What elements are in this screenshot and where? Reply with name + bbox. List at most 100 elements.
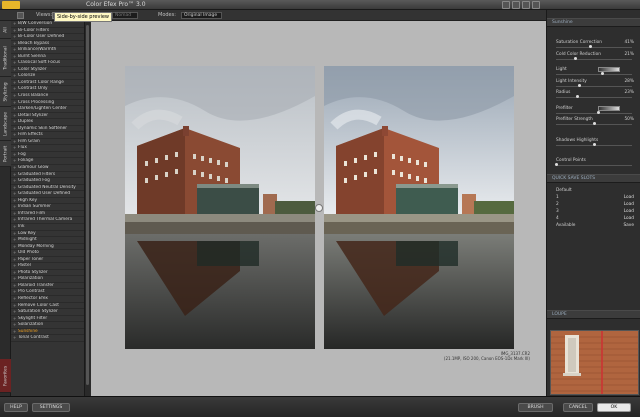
loupe-title: LOUPE xyxy=(552,312,567,317)
loupe-header[interactable]: LOUPE xyxy=(547,310,640,319)
param-row[interactable]: Saturation Correction 41% xyxy=(556,40,636,51)
title-bar: Color Efex Pro™ 3.0 xyxy=(0,0,640,10)
param-row[interactable]: Shadows Highlights xyxy=(556,138,636,149)
param-label: Control Points xyxy=(556,158,586,163)
settings-icon[interactable] xyxy=(522,1,530,9)
original-image[interactable] xyxy=(125,66,315,349)
views-label: Views: xyxy=(36,12,53,18)
app-title-trademark: ™ xyxy=(128,1,135,8)
param-value: 50% xyxy=(624,117,634,122)
slot-name: Default xyxy=(556,188,572,193)
settings-button[interactable]: SETTINGS xyxy=(32,403,70,412)
help-button[interactable]: HELP xyxy=(4,403,28,412)
close-icon[interactable] xyxy=(532,1,540,9)
nik-logo xyxy=(2,1,20,9)
param-slider-track[interactable] xyxy=(556,47,632,48)
bottom-bar: HELP SETTINGS BRUSH CANCEL OK xyxy=(0,396,640,417)
param-label: Shadows Highlights xyxy=(556,138,599,143)
app-window: Color Efex Pro™ 3.0 Views: Nomad Modes: … xyxy=(0,0,640,417)
tab-favorites[interactable]: Favorites xyxy=(0,359,11,393)
param-value: 28% xyxy=(624,79,634,84)
tab-all[interactable]: All xyxy=(0,21,11,39)
param-row[interactable]: Light xyxy=(556,67,636,78)
param-value: 41% xyxy=(624,40,634,45)
preview-image[interactable] xyxy=(324,66,514,349)
slot-action-button[interactable]: Load xyxy=(624,202,634,208)
filter-item[interactable]: Tonal Contrast xyxy=(11,335,84,342)
param-slider-knob[interactable] xyxy=(593,143,596,146)
ok-button[interactable]: OK xyxy=(597,403,631,412)
tab-favorites-label: Favorites xyxy=(3,365,8,386)
slot-action-button[interactable]: Load xyxy=(624,209,634,215)
original-image-graphic xyxy=(125,66,315,349)
title-icons xyxy=(502,1,540,9)
mode-dropdown[interactable]: Original Image xyxy=(181,12,222,19)
quick-save-slot[interactable]: 1 Load xyxy=(556,195,636,201)
slot-name: Available xyxy=(556,223,576,228)
param-slider-knob[interactable] xyxy=(596,111,600,114)
brush-button[interactable]: BRUSH xyxy=(518,403,553,412)
tab-landscape[interactable]: Landscape xyxy=(0,107,11,141)
reset-icon[interactable] xyxy=(502,1,510,9)
loupe-view[interactable] xyxy=(550,330,639,395)
param-label: Prefilter Strength xyxy=(556,117,593,122)
param-row[interactable]: Control Points xyxy=(555,158,636,169)
quick-save-slot[interactable]: Available Save xyxy=(556,223,636,229)
quick-save-slot[interactable]: Default xyxy=(556,188,636,194)
param-gradient-picker[interactable] xyxy=(598,106,620,111)
compare-split-handle[interactable] xyxy=(315,204,323,212)
param-slider-track[interactable] xyxy=(556,165,632,166)
param-slider-knob[interactable] xyxy=(555,163,558,166)
slot-name: 1 xyxy=(556,195,559,200)
param-slider-track[interactable] xyxy=(556,59,632,60)
param-value: 21% xyxy=(624,52,634,57)
slot-action-button[interactable]: Load xyxy=(624,195,634,201)
param-row[interactable]: Prefilter Strength 50% xyxy=(556,117,636,128)
param-slider-knob[interactable] xyxy=(574,57,577,60)
cancel-button[interactable]: CANCEL xyxy=(563,403,593,412)
param-row[interactable]: Prefilter xyxy=(556,106,636,117)
preview-area: IMG_3137.CR2 (21.1MP, ISO 200, Canon EOS… xyxy=(91,21,546,396)
category-tabs: All Traditional Stylizing Landscape Port… xyxy=(0,21,11,396)
scrollbar-thumb[interactable] xyxy=(86,25,89,385)
quick-save-header[interactable]: QUICK SAVE SLOTS xyxy=(547,174,640,183)
param-value: 23% xyxy=(624,90,634,95)
quick-save-slot[interactable]: 2 Load xyxy=(556,202,636,208)
image-meta: (21.1MP, ISO 200, Canon EOS-1Ds Mark III… xyxy=(443,356,530,361)
param-slider-knob[interactable] xyxy=(600,72,604,75)
tab-stylizing-label: Stylizing xyxy=(3,81,8,102)
param-slider-knob[interactable] xyxy=(593,122,596,125)
quick-save-slot[interactable]: 3 Load xyxy=(556,209,636,215)
filter-header[interactable]: Sunshine xyxy=(547,18,640,27)
slot-action-button[interactable]: Load xyxy=(624,216,634,222)
param-row[interactable]: Light Intensity 28% xyxy=(556,79,636,90)
view-single-icon[interactable] xyxy=(17,12,24,19)
filter-list-scrollbar[interactable] xyxy=(85,21,90,396)
tab-traditional[interactable]: Traditional xyxy=(0,39,11,77)
zoom-dropdown[interactable]: Nomad xyxy=(112,12,138,19)
tab-traditional-label: Traditional xyxy=(3,45,8,70)
param-slider-track[interactable] xyxy=(556,86,632,87)
param-slider-knob[interactable] xyxy=(577,84,581,87)
app-title: Color Efex Pro™ 3.0 xyxy=(86,0,146,10)
tab-portrait[interactable]: Portrait xyxy=(0,141,11,167)
app-title-name: Color Efex Pro xyxy=(86,1,129,8)
slot-name: 3 xyxy=(556,209,559,214)
param-slider-track[interactable] xyxy=(556,74,632,75)
param-label: Saturation Correction xyxy=(556,40,602,45)
info-icon[interactable] xyxy=(512,1,520,9)
param-label: Light Intensity xyxy=(556,79,587,84)
param-slider-track[interactable] xyxy=(556,113,632,114)
tab-landscape-label: Landscape xyxy=(3,111,8,136)
param-label: Light xyxy=(556,67,567,72)
param-slider-track[interactable] xyxy=(556,97,632,98)
slot-action-button[interactable]: Save xyxy=(623,223,634,229)
param-row[interactable]: Cold Color Reduction 21% xyxy=(556,52,636,63)
filter-list: B/W ConversionBi-Color FiltersBi-Color U… xyxy=(11,21,85,396)
tab-portrait-label: Portrait xyxy=(3,145,8,162)
tab-all-label: All xyxy=(3,26,8,33)
quick-save-slot[interactable]: 4 Load xyxy=(556,216,636,222)
app-title-version: 3.0 xyxy=(135,1,146,8)
param-row[interactable]: Radius 23% xyxy=(556,90,636,101)
tab-stylizing[interactable]: Stylizing xyxy=(0,77,11,107)
